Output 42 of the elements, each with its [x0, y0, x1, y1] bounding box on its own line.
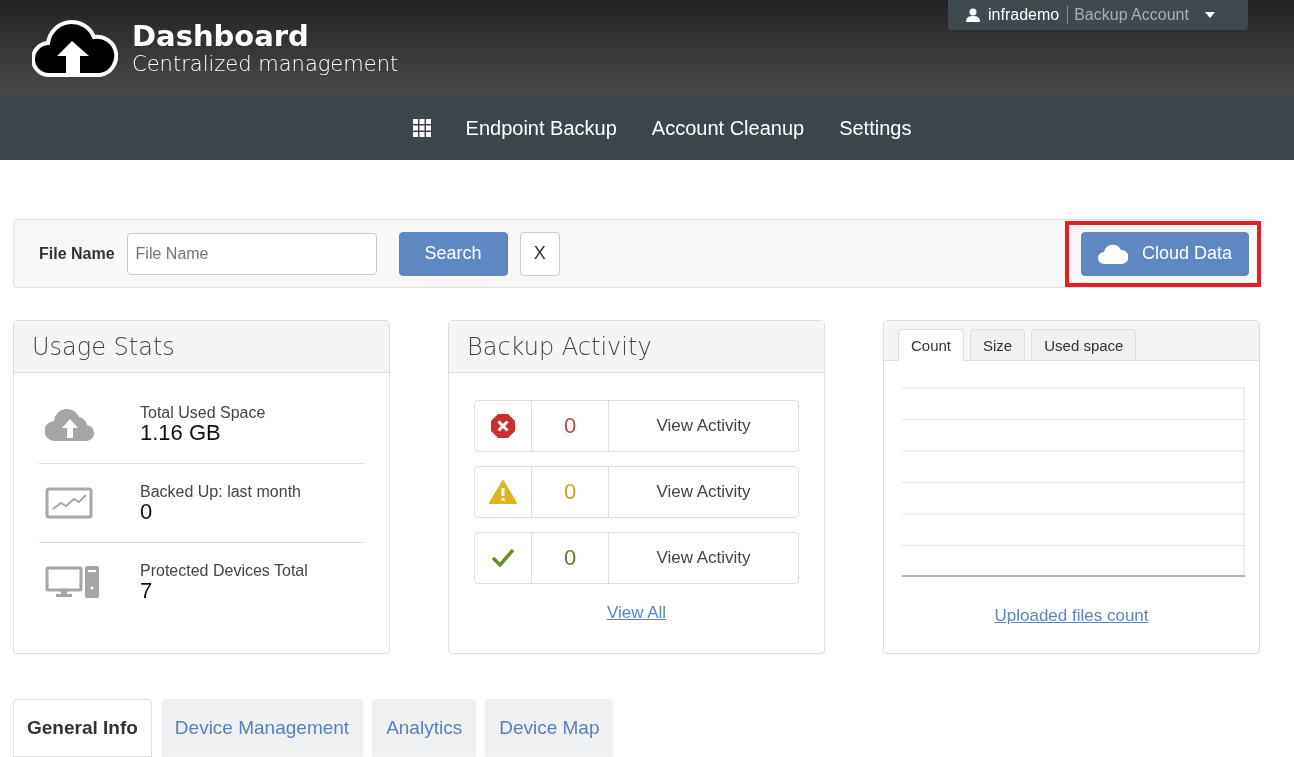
app-title: Dashboard — [132, 20, 310, 52]
cloud-data-button[interactable]: Cloud Data — [1080, 231, 1249, 276]
field-label: File Name — [39, 244, 115, 263]
chart-tab[interactable]: Size — [970, 329, 1026, 360]
stat-label: Protected Devices Total — [140, 562, 308, 580]
cloud-upload-logo-icon — [32, 17, 118, 79]
card-title: Usage Stats — [14, 321, 389, 373]
stat-value: 1.16 GB — [140, 422, 221, 444]
section-tab[interactable]: Device Map — [485, 699, 614, 757]
search-button[interactable]: Search — [398, 231, 508, 276]
view-all-link[interactable]: View All — [600, 602, 673, 624]
nav-link[interactable]: Endpoint Backup — [465, 116, 617, 140]
activity-count: 0 — [563, 413, 577, 439]
warning-icon — [489, 480, 517, 504]
nav-link[interactable]: Account Cleanup — [651, 116, 805, 140]
cloud-icon — [1097, 243, 1128, 264]
account-menu[interactable]: infrademo Backup Account — [948, 0, 1248, 30]
section-tab[interactable]: Device Management — [160, 699, 364, 757]
app-subtitle: Centralized management — [132, 52, 399, 76]
computer-icon — [45, 566, 99, 598]
chart-link[interactable]: Uploaded files count — [988, 605, 1155, 627]
caret-icon — [1204, 12, 1215, 18]
clear-button[interactable]: X — [519, 231, 560, 276]
chart-tab[interactable]: Count — [898, 329, 965, 361]
stat-label: Backed Up: last month — [140, 483, 301, 501]
stat-label: Total Used Space — [140, 404, 266, 422]
stat-value: 7 — [140, 580, 154, 602]
nav-link[interactable]: Settings — [839, 116, 912, 140]
user-icon — [966, 8, 980, 22]
section-tab[interactable]: Analytics — [372, 699, 477, 757]
stat-value: 0 — [140, 501, 154, 523]
activity-count: 0 — [563, 545, 577, 571]
card-title: Backup Activity — [449, 321, 824, 373]
cloud-upload-icon — [45, 407, 95, 441]
error-icon — [490, 413, 516, 439]
section-tab[interactable]: General Info — [13, 699, 152, 757]
activity-count: 0 — [563, 479, 577, 505]
chart-tab[interactable]: Used space — [1031, 329, 1137, 360]
check-icon — [492, 548, 514, 568]
grid-menu-icon[interactable] — [412, 119, 431, 137]
line-chart-icon — [45, 487, 93, 519]
file-name-field[interactable]: File Name — [126, 232, 377, 275]
